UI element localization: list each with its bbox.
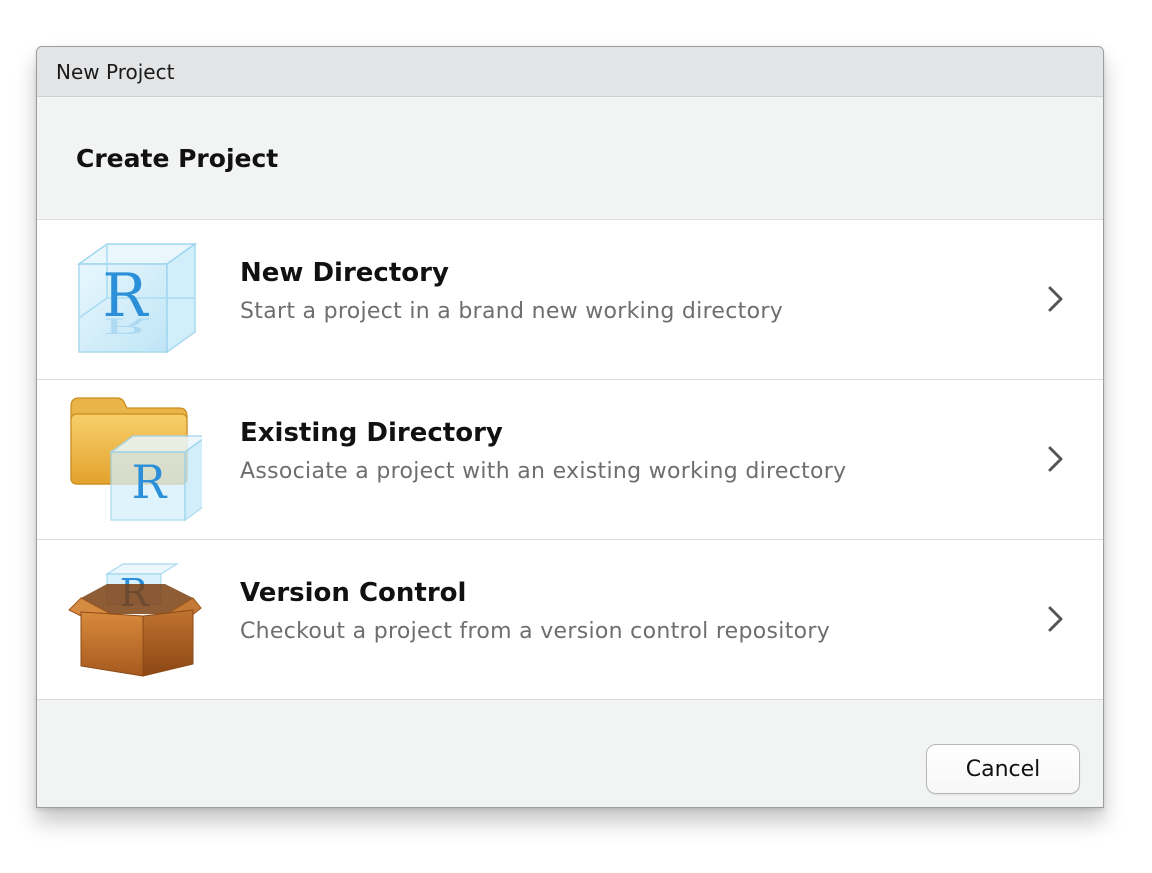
option-version-control[interactable]: R Version Control Checkout a project fro… xyxy=(37,540,1103,700)
option-title: New Directory xyxy=(240,258,449,288)
option-existing-directory[interactable]: R Existing Directory Associate a project… xyxy=(37,380,1103,540)
chevron-right-icon xyxy=(1045,442,1067,476)
option-new-directory[interactable]: R R New Directory Start a project in a b… xyxy=(37,220,1103,380)
option-description: Start a project in a brand new working d… xyxy=(240,299,784,324)
window-title: New Project xyxy=(56,59,175,84)
new-project-dialog: New Project Create Project R R New Direc… xyxy=(36,46,1104,808)
chevron-right-icon xyxy=(1045,602,1067,636)
box-r-cube-icon: R xyxy=(67,554,202,684)
option-description: Associate a project with an existing wor… xyxy=(240,459,847,484)
chevron-right-icon xyxy=(1045,282,1067,316)
dialog-footer: Cancel xyxy=(37,702,1103,807)
window-title-bar[interactable]: New Project xyxy=(37,47,1103,97)
dialog-header: Create Project xyxy=(37,97,1103,220)
svg-text:R: R xyxy=(102,314,149,339)
option-title: Existing Directory xyxy=(240,418,503,448)
cancel-button[interactable]: Cancel xyxy=(926,744,1080,794)
page-title: Create Project xyxy=(76,143,279,173)
folder-r-cube-icon: R xyxy=(67,394,210,524)
option-title: Version Control xyxy=(240,578,467,608)
svg-text:R: R xyxy=(132,455,168,509)
option-description: Checkout a project from a version contro… xyxy=(240,619,831,644)
r-cube-icon: R R xyxy=(67,234,202,364)
